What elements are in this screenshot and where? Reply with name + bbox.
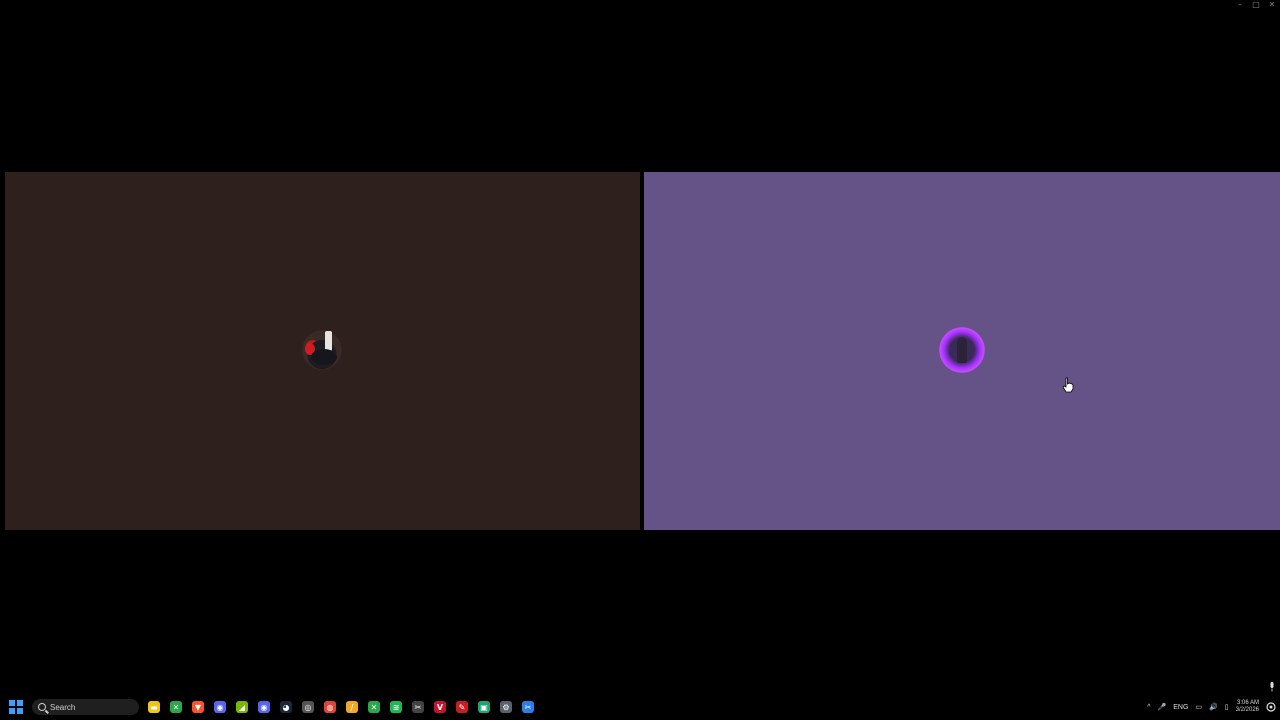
window-controls: – □ ✕ [1232, 0, 1280, 10]
xbox-icon[interactable]: ✕ [170, 701, 182, 713]
steam-icon[interactable]: ◕ [280, 701, 292, 713]
red-black-character-avatar-icon [299, 327, 345, 373]
purple-glow-character-avatar-icon [939, 327, 985, 373]
notification-center-icon[interactable] [1266, 702, 1276, 712]
voice-access-mic-icon [1270, 682, 1274, 692]
chevron-up-icon[interactable]: ^ [1147, 704, 1150, 711]
taskbar-clock[interactable]: 3:06 AM 3/2/2026 [1236, 700, 1259, 714]
avatar-white-accent [325, 331, 332, 351]
language-indicator[interactable]: ENG [1173, 704, 1188, 711]
settings-icon[interactable]: ⚙ [500, 701, 512, 713]
avatar-dark-body [311, 349, 337, 365]
feather-app-icon[interactable]: ∕ [346, 701, 358, 713]
avatar-figure [957, 337, 967, 363]
windows-start-icon[interactable] [9, 700, 23, 714]
spotify-icon[interactable]: ≋ [390, 701, 402, 713]
search-icon [38, 703, 46, 711]
file-explorer-icon[interactable]: ▬ [148, 701, 160, 713]
windows-taskbar: Search ▬ ✕ ▼ ◉ ◢ ◉ ◕ ◎ ◍ ∕ ✕ ≋ ✂ V ✎ ▣ ⚙ ✂ ^ 🎤 ENG ▭ 🔊 ▯ … [0, 694, 1280, 720]
search-label: Search [50, 702, 76, 712]
system-tray: ^ 🎤 ENG ▭ 🔊 ▯ 3:06 AM 3/2/2026 [1147, 694, 1276, 720]
discord-alt-icon[interactable]: ◉ [258, 701, 270, 713]
clock-time: 3:06 AM [1236, 700, 1259, 706]
xbox-game-icon[interactable]: ✕ [368, 701, 380, 713]
battery-icon[interactable]: ▯ [1225, 703, 1229, 711]
app-green-icon[interactable]: ▣ [478, 701, 490, 713]
nvidia-icon[interactable]: ◢ [236, 701, 248, 713]
snip-sketch-icon[interactable]: ✂ [522, 701, 534, 713]
obs-icon[interactable]: ◎ [302, 701, 314, 713]
brave-icon[interactable]: ▼ [192, 701, 204, 713]
capcut-icon[interactable]: ✎ [456, 701, 468, 713]
clock-date: 3/2/2026 [1235, 707, 1259, 713]
microphone-icon[interactable]: 🎤 [1158, 703, 1167, 711]
participant-tile-right[interactable] [644, 172, 1280, 530]
discord-icon[interactable]: ◉ [214, 701, 226, 713]
snipping-tool-icon[interactable]: ✂ [412, 701, 424, 713]
network-icon[interactable]: ▭ [1195, 703, 1202, 711]
hand-pointer-cursor-icon [1062, 377, 1074, 393]
vivaldi-icon[interactable]: V [434, 701, 446, 713]
minimize-button[interactable]: – [1232, 0, 1248, 10]
maximize-button[interactable]: □ [1248, 0, 1264, 10]
chrome-icon[interactable]: ◍ [324, 701, 336, 713]
participant-tile-left[interactable] [5, 172, 640, 530]
pinned-apps: ▬ ✕ ▼ ◉ ◢ ◉ ◕ ◎ ◍ ∕ ✕ ≋ ✂ V ✎ ▣ ⚙ ✂ [148, 701, 534, 713]
close-button[interactable]: ✕ [1264, 0, 1280, 10]
taskbar-search-box[interactable]: Search [32, 699, 139, 715]
volume-icon[interactable]: 🔊 [1209, 703, 1218, 711]
